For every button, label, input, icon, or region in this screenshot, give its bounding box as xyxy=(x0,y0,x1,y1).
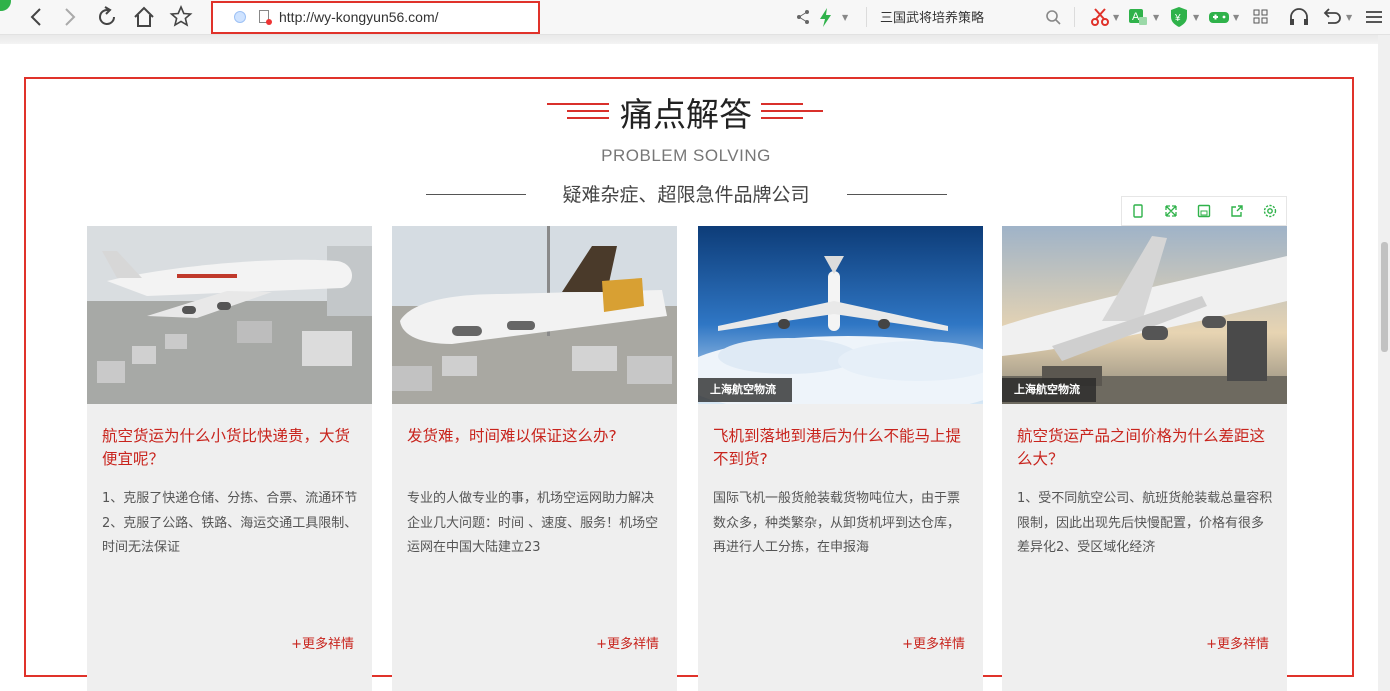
card-desc: 专业的人做专业的事，机场空运网助力解决企业几大问题：时间 、速度、服务！机场空运… xyxy=(407,491,659,555)
mobile-icon[interactable] xyxy=(1130,203,1146,219)
globe-icon xyxy=(234,11,246,23)
card-image-ups-cargo[interactable] xyxy=(392,226,677,404)
forward-icon[interactable] xyxy=(56,3,84,31)
card-desc: 1、受不同航空公司、航班货舱装载总量容积限制，因此出现先后快慢配置，价格有很多差… xyxy=(1017,491,1273,555)
back-icon[interactable] xyxy=(22,3,50,31)
vertical-scrollbar[interactable] xyxy=(1378,35,1390,691)
expand-icon[interactable] xyxy=(1163,203,1179,219)
title-decor-line xyxy=(567,110,609,112)
chevron-down-icon[interactable]: ▼ xyxy=(842,13,848,22)
search-icon[interactable] xyxy=(1040,3,1068,31)
chevron-down-icon[interactable]: ▼ xyxy=(1193,13,1199,22)
card-title[interactable]: 航空货运产品之间价格为什么差距这么大？ xyxy=(1017,425,1275,471)
search-box-text[interactable]: 三国武将培养策略 xyxy=(880,7,984,26)
undo-icon[interactable] xyxy=(1318,3,1346,31)
section-subtitle-en: PROBLEM SOLVING xyxy=(601,146,771,165)
title-decor-line xyxy=(547,103,609,105)
floating-tools xyxy=(1121,196,1287,226)
title-decor-line xyxy=(761,110,823,112)
svg-text:¥: ¥ xyxy=(1174,13,1181,24)
card-2[interactable]: 发货难，时间难以保证这么办? 专业的人做专业的事，机场空运网助力解决企业几大问题… xyxy=(392,226,677,691)
address-bar[interactable]: http://wy-kongyun56.com/ xyxy=(211,1,540,34)
share-out-icon[interactable] xyxy=(1229,203,1245,219)
chevron-down-icon[interactable]: ▼ xyxy=(1346,13,1352,22)
title-decor-line xyxy=(761,117,803,119)
card-title[interactable]: 航空货运为什么小货比快递贵，大货便宜呢？ xyxy=(102,425,360,471)
card-1[interactable]: 航空货运为什么小货比快递贵，大货便宜呢？ 1、克服了快递仓储、分拣、合票、流通环… xyxy=(87,226,372,691)
gamepad-icon[interactable] xyxy=(1205,3,1233,31)
card-badge: 上海航空物流 xyxy=(1002,378,1096,402)
more-details-link[interactable]: +更多祥情 xyxy=(902,633,965,652)
settings-gear-icon[interactable] xyxy=(1262,203,1278,219)
translate-icon[interactable]: A xyxy=(1124,3,1152,31)
shield-yen-icon[interactable]: ¥ xyxy=(1165,3,1193,31)
star-icon[interactable] xyxy=(167,3,195,31)
lightning-icon[interactable] xyxy=(812,3,840,31)
chevron-down-icon[interactable]: ▼ xyxy=(1153,13,1159,22)
card-3[interactable]: 上海航空物流 飞机到落地到港后为什么不能马上提不到货? 国际飞机一般货舱装载货物… xyxy=(698,226,983,691)
card-title[interactable]: 发货难，时间难以保证这么办? xyxy=(407,425,665,448)
insecure-page-icon[interactable] xyxy=(259,10,272,25)
address-url[interactable]: http://wy-kongyun56.com/ xyxy=(279,9,439,25)
toolbar-divider xyxy=(1074,7,1075,27)
scissors-icon[interactable] xyxy=(1086,3,1114,31)
reload-icon[interactable] xyxy=(93,3,121,31)
card-image-cargo-747[interactable] xyxy=(87,226,372,404)
more-details-link[interactable]: +更多祥情 xyxy=(596,633,659,652)
card-4[interactable]: 上海航空物流 航空货运产品之间价格为什么差距这么大？ 1、受不同航空公司、航班货… xyxy=(1002,226,1287,691)
save-icon[interactable] xyxy=(1196,203,1212,219)
scrollbar-thumb[interactable] xyxy=(1381,242,1388,352)
svg-text:A: A xyxy=(1132,11,1140,23)
chevron-down-icon[interactable]: ▼ xyxy=(1113,13,1119,22)
home-icon[interactable] xyxy=(130,3,158,31)
title-decor-line xyxy=(567,117,609,119)
section-title: 痛点解答 xyxy=(620,95,752,134)
apps-grid-icon[interactable] xyxy=(1247,3,1275,31)
card-desc: 国际飞机一般货舱装载货物吨位大，由于票数众多，种类繁杂，从卸货机坪到达仓库，再进… xyxy=(713,491,961,555)
chevron-down-icon[interactable]: ▼ xyxy=(1233,13,1239,22)
subtitle-line-right xyxy=(847,194,947,195)
card-desc: 1、克服了快递仓储、分拣、合票、流通环节2、克服了公路、铁路、海运交通工具限制、… xyxy=(102,491,358,555)
browser-toolbar: http://wy-kongyun56.com/ ▼ 三国武将培养策略 ▼ A … xyxy=(0,0,1390,35)
card-badge: 上海航空物流 xyxy=(698,378,792,402)
card-title[interactable]: 飞机到落地到港后为什么不能马上提不到货? xyxy=(713,425,971,471)
more-details-link[interactable]: +更多祥情 xyxy=(1206,633,1269,652)
title-decor-line xyxy=(761,103,803,105)
browser-logo-icon xyxy=(0,0,11,11)
more-details-link[interactable]: +更多祥情 xyxy=(291,633,354,652)
toolbar-divider xyxy=(866,7,867,27)
menu-icon[interactable] xyxy=(1360,3,1388,31)
headphones-icon[interactable] xyxy=(1285,3,1313,31)
page-header-edge xyxy=(0,35,1390,44)
